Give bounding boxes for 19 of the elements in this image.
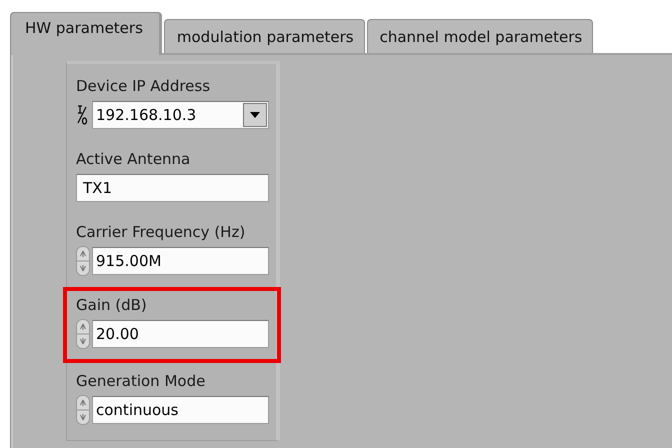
dropdown-button[interactable] (243, 103, 267, 127)
input-field[interactable]: TX1 (76, 174, 269, 202)
control-label: Active Antenna (76, 149, 192, 170)
input-field[interactable]: continuous (92, 396, 269, 424)
control-label: Device IP Address (76, 76, 212, 97)
increment-decrement-icon[interactable] (76, 319, 90, 349)
tab[interactable]: HW parameters (10, 12, 162, 55)
control-label: Generation Mode (76, 371, 206, 392)
input-field[interactable]: 20.00 (92, 320, 269, 348)
tab[interactable]: modulation parameters (164, 19, 365, 53)
increment-decrement-icon[interactable] (76, 246, 90, 276)
input-field[interactable]: 192.168.10.3 (92, 101, 269, 129)
input-field[interactable]: 915.00M (92, 247, 269, 275)
caret-icon (250, 112, 260, 118)
control-label: Carrier Frequency (Hz) (76, 222, 246, 243)
io-resource-icon (76, 104, 88, 126)
control-label: Gain (dB) (76, 295, 148, 316)
tab[interactable]: channel model parameters (366, 19, 594, 53)
increment-decrement-icon[interactable] (76, 395, 90, 425)
